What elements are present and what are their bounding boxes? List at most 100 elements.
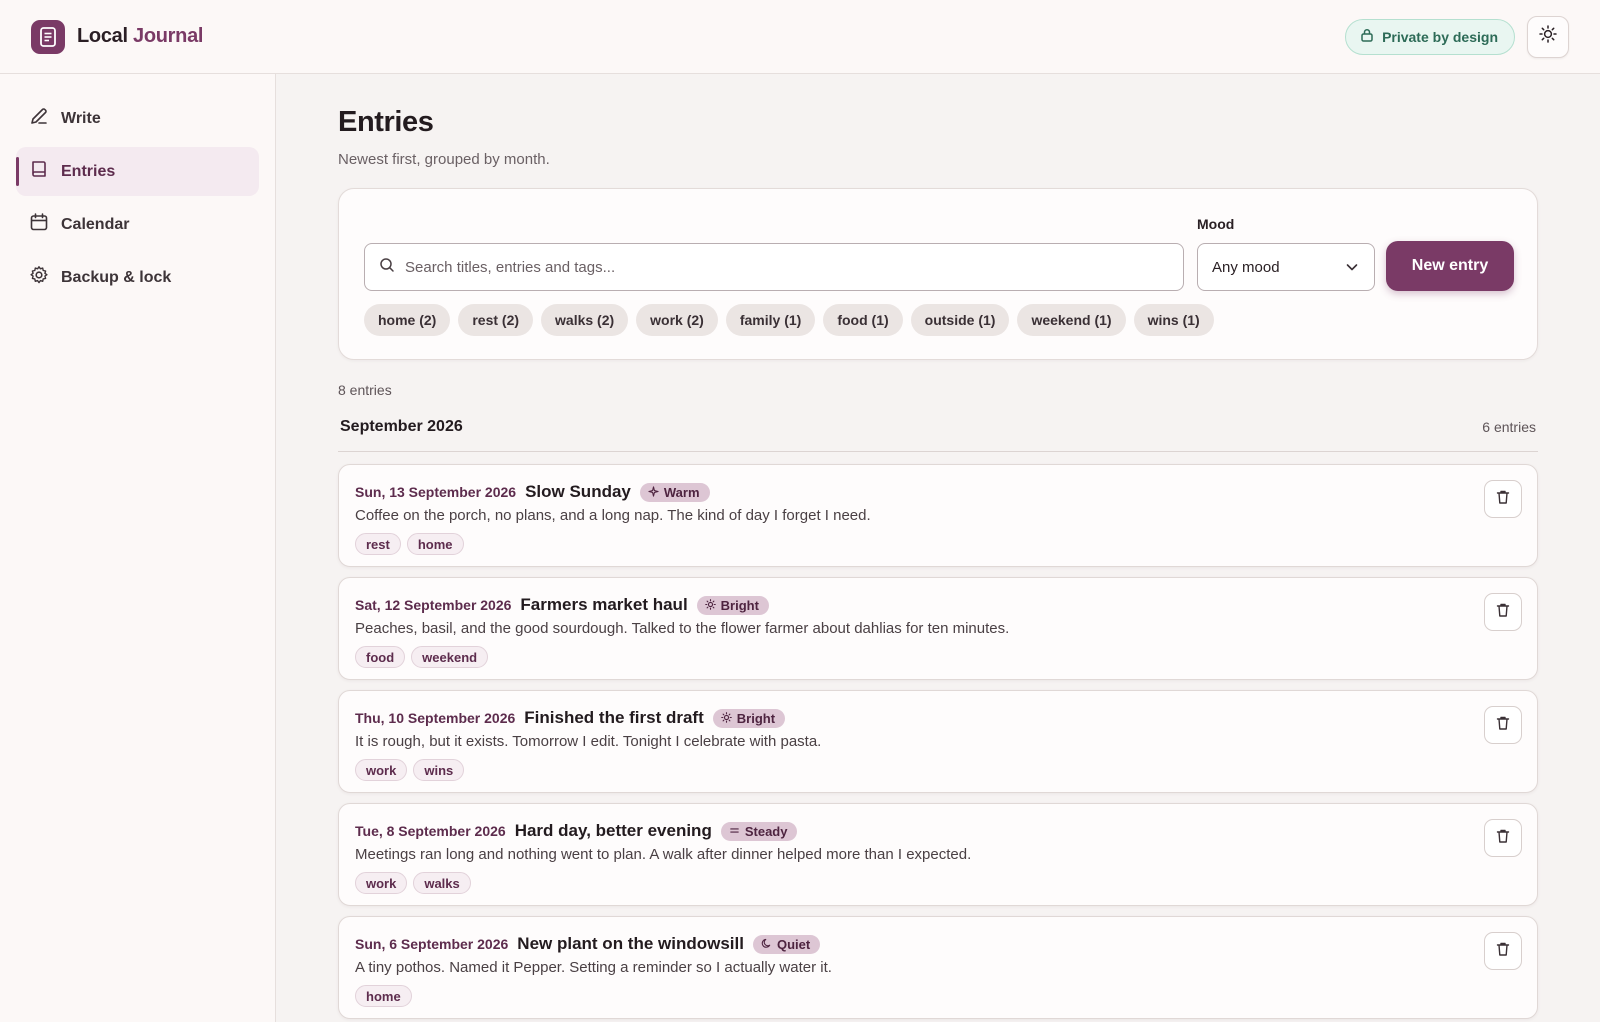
app-title-local: Local xyxy=(77,25,128,47)
new-entry-button[interactable]: New entry xyxy=(1386,241,1514,291)
entry-card[interactable]: Sat, 12 September 2026 Farmers market ha… xyxy=(338,577,1538,680)
entry-tag: home xyxy=(355,985,412,1007)
entry-body: It is rough, but it exists. Tomorrow I e… xyxy=(355,733,822,750)
mood-label: Bright xyxy=(720,597,759,613)
tag-filter-food[interactable]: food (1) xyxy=(823,304,903,336)
entry-date: Sun, 6 September 2026 xyxy=(355,936,509,952)
month-entry-count: 6 entries xyxy=(1482,418,1536,435)
entry-card[interactable]: Sun, 6 September 2026 New plant on the w… xyxy=(338,916,1538,1019)
entry-tag: food xyxy=(355,646,406,668)
entry-date: Sun, 13 September 2026 xyxy=(355,484,517,500)
entry-tag: wins xyxy=(413,759,465,781)
sidebar-item-backup-lock[interactable]: Backup & lock xyxy=(16,253,259,302)
tag-filter-walks[interactable]: walks (2) xyxy=(541,304,629,336)
entry-tag: work xyxy=(355,759,408,781)
month-header: September 2026 6 entries xyxy=(338,412,1538,452)
mood-select[interactable]: Any mood xyxy=(1197,243,1375,291)
entry-date: Thu, 10 September 2026 xyxy=(355,710,516,726)
privacy-badge: Private by design xyxy=(1345,18,1515,55)
mood-label: Warm xyxy=(663,484,700,500)
entry-title: Finished the first draft xyxy=(524,708,704,727)
chevron-down-icon xyxy=(1344,259,1360,275)
app-title: Local Journal xyxy=(77,25,203,48)
mood-label: Mood xyxy=(1197,216,1235,232)
trash-icon xyxy=(1495,489,1511,510)
entry-body: Peaches, basil, and the good sourdough. … xyxy=(355,620,1010,637)
theme-toggle-button[interactable] xyxy=(1527,15,1569,58)
book-icon xyxy=(29,159,49,184)
sidebar-item-calendar[interactable]: Calendar xyxy=(16,200,259,249)
sidebar-item-entries[interactable]: Entries xyxy=(16,147,259,196)
search-input[interactable] xyxy=(405,258,1183,276)
sidebar-item-label: Backup & lock xyxy=(61,268,172,286)
trash-icon xyxy=(1495,602,1511,623)
mood-select-value: Any mood xyxy=(1212,258,1280,276)
entry-date: Tue, 8 September 2026 xyxy=(355,823,506,839)
mood-badge: Quiet xyxy=(752,934,821,954)
mood-badge: Warm xyxy=(639,482,710,502)
entry-card[interactable]: Thu, 10 September 2026 Finished the firs… xyxy=(338,690,1538,793)
mood-label: Bright xyxy=(736,710,776,726)
journal-logo-icon xyxy=(31,19,65,54)
entry-tag: work xyxy=(355,872,408,894)
sun-icon xyxy=(704,598,716,613)
moon-icon xyxy=(761,937,772,952)
delete-entry-button[interactable] xyxy=(1484,932,1522,970)
tag-filter-work[interactable]: work (2) xyxy=(636,304,718,336)
sidebar: Write Entries Calendar Backup & lock xyxy=(0,74,276,1022)
delete-entry-button[interactable] xyxy=(1484,706,1522,744)
delete-entry-button[interactable] xyxy=(1484,593,1522,631)
sidebar-item-label: Write xyxy=(61,109,101,127)
mood-label: Quiet xyxy=(776,936,811,952)
sparkle-icon xyxy=(648,485,659,500)
entry-card[interactable]: Tue, 8 September 2026 Hard day, better e… xyxy=(338,803,1538,906)
tag-filter-home[interactable]: home (2) xyxy=(364,304,451,336)
mood-badge: Bright xyxy=(712,708,786,728)
delete-entry-button[interactable] xyxy=(1484,819,1522,857)
entry-title: Hard day, better evening xyxy=(514,821,712,840)
main-content: Entries Newest first, grouped by month. … xyxy=(338,74,1538,1022)
trash-icon xyxy=(1495,715,1511,736)
search-icon xyxy=(379,257,395,278)
page-title: Entries xyxy=(338,106,434,138)
entry-title: Slow Sunday xyxy=(525,482,631,501)
tag-filter-family[interactable]: family (1) xyxy=(725,304,816,336)
tag-filter-outside[interactable]: outside (1) xyxy=(910,304,1010,336)
entry-title: Farmers market haul xyxy=(520,595,688,614)
mood-badge: Bright xyxy=(696,595,769,615)
sun-icon xyxy=(720,711,732,726)
sidebar-item-label: Entries xyxy=(61,162,116,180)
entry-list: Sun, 13 September 2026 Slow Sunday Warm … xyxy=(338,464,1538,1019)
top-bar: Local Journal Private by design xyxy=(0,0,1600,74)
equals-icon xyxy=(729,824,740,839)
app-title-journal: Journal xyxy=(133,25,204,47)
tag-filter-rest[interactable]: rest (2) xyxy=(458,304,534,336)
gear-icon xyxy=(29,265,49,290)
sidebar-item-write[interactable]: Write xyxy=(16,94,259,143)
filter-panel: Mood Any mood New entry home (2) rest (2… xyxy=(338,188,1538,360)
entry-tag: home xyxy=(406,533,464,555)
trash-icon xyxy=(1495,828,1511,849)
delete-entry-button[interactable] xyxy=(1484,480,1522,518)
tag-filter-wins[interactable]: wins (1) xyxy=(1133,304,1214,336)
entry-card[interactable]: Sun, 13 September 2026 Slow Sunday Warm … xyxy=(338,464,1538,567)
page-subtitle: Newest first, grouped by month. xyxy=(338,151,550,168)
entry-body: A tiny pothos. Named it Pepper. Setting … xyxy=(355,959,832,976)
entry-body: Coffee on the porch, no plans, and a lon… xyxy=(355,507,871,524)
privacy-label: Private by design xyxy=(1382,28,1498,45)
tag-filter-row: home (2) rest (2) walks (2) work (2) fam… xyxy=(364,304,1214,336)
entry-tag: rest xyxy=(355,533,401,555)
mood-badge: Steady xyxy=(720,821,798,841)
search-box[interactable] xyxy=(364,243,1184,291)
entry-body: Meetings ran long and nothing went to pl… xyxy=(355,846,972,863)
month-title: September 2026 xyxy=(340,417,463,435)
entry-title: New plant on the windowsill xyxy=(517,934,744,953)
pen-icon xyxy=(29,106,49,131)
tag-filter-weekend[interactable]: weekend (1) xyxy=(1017,304,1126,336)
sun-icon xyxy=(1539,25,1557,48)
entry-date: Sat, 12 September 2026 xyxy=(355,597,512,613)
entry-tag: weekend xyxy=(411,646,489,668)
entry-tag: walks xyxy=(413,872,471,894)
entry-total-count: 8 entries xyxy=(338,382,392,398)
lock-icon xyxy=(1360,28,1374,45)
